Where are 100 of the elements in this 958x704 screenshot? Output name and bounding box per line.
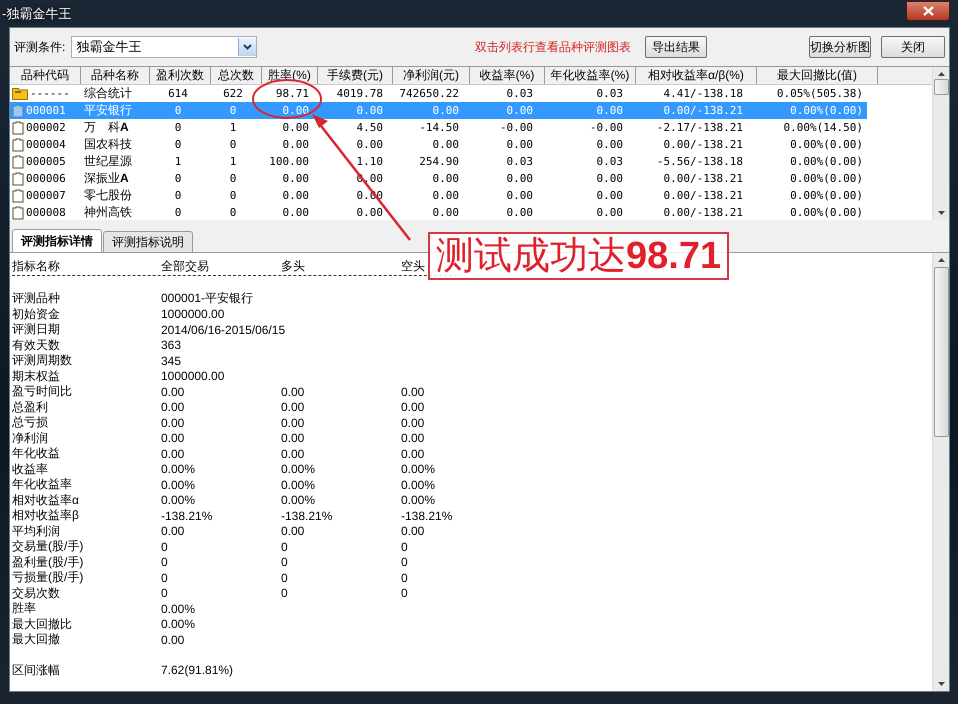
table-cell-text: 0.00/-138.21 xyxy=(662,189,744,202)
table-cell-text: 614 xyxy=(167,87,189,100)
table-cell: 000001 xyxy=(26,104,66,117)
table-cell-text: 0.00 xyxy=(596,206,624,219)
table-cell-text: 0.03 xyxy=(596,155,624,168)
column-header[interactable]: 胜率(%) xyxy=(262,67,318,84)
table-cell-text: 100.00 xyxy=(268,155,310,168)
metric-name: 期末权益 xyxy=(12,368,61,385)
metric-value: 0 xyxy=(161,555,169,570)
metric-value: 0 xyxy=(281,570,289,585)
column-header[interactable]: 品种代码 xyxy=(10,67,81,84)
table-cell-text: 0.00 xyxy=(506,104,534,117)
table-cell-text: 0.00 xyxy=(282,172,310,185)
metric-value: 0 xyxy=(401,555,409,570)
table-cell-text: 0.00 xyxy=(596,104,624,117)
table-cell-text: 0 xyxy=(174,104,182,117)
metric-value: 0.00 xyxy=(401,384,426,399)
metric-value: 0 xyxy=(281,540,289,554)
tab[interactable]: 评测指标详情 xyxy=(12,229,102,252)
metric-name: 盈亏时间比 xyxy=(12,383,73,400)
condition-dropdown[interactable]: 独霸金牛王 xyxy=(71,36,258,58)
metric-value: 0.00% xyxy=(161,478,196,492)
column-header[interactable]: 总次数 xyxy=(211,67,262,84)
metric-name: 年化收益率 xyxy=(12,476,73,494)
table-cell-text: 神州高铁 xyxy=(83,204,133,220)
metric-value: -138.21% xyxy=(281,508,334,523)
column-header: 全部交易 xyxy=(161,258,210,274)
metric-name: 总盈利 xyxy=(12,398,49,416)
metric-value: 0.00% xyxy=(281,493,316,508)
column-header[interactable]: 相对收益率α/β(%) xyxy=(636,67,757,84)
metric-name: 最大回撤比 xyxy=(12,616,73,633)
table-cell-text: 0.03 xyxy=(596,87,624,100)
metric-value: 0.00 xyxy=(281,446,306,461)
table-cell-text: 0.00%(14.50) xyxy=(782,121,864,134)
scrollbar[interactable] xyxy=(932,253,949,691)
table-cell-text: -5.56/-138.18 xyxy=(656,155,744,168)
folder-icon xyxy=(12,87,28,100)
metric-value: 0.00 xyxy=(281,384,306,399)
table-cell-text: 4019.78 xyxy=(336,87,384,100)
close-button[interactable] xyxy=(906,0,950,20)
metric-value: 0.00 xyxy=(401,431,426,446)
table-cell-text: 0.00 xyxy=(596,172,624,185)
table-cell-text: 0.00 xyxy=(432,138,460,151)
column-header[interactable]: 手续费(元) xyxy=(318,67,393,84)
metric-value: 0.00 xyxy=(161,446,186,461)
column-header[interactable]: 收益率(%) xyxy=(470,67,545,84)
column-header[interactable]: 最大回撤比(值) xyxy=(757,67,878,84)
metric-value: 0.00% xyxy=(161,602,196,616)
metric-name: 盈利量(股/手) xyxy=(12,554,84,571)
column-header[interactable]: 年化收益率(%) xyxy=(545,67,636,84)
window-title: -独霸金牛王 xyxy=(2,4,72,22)
switch-chart-button[interactable]: 切换分析图 xyxy=(809,36,871,58)
metric-name: 有效天数 xyxy=(12,336,61,354)
metric-value: 0.00 xyxy=(161,416,186,430)
metric-name: 总亏损 xyxy=(12,414,49,432)
table-cell-text: 0.00/-138.21 xyxy=(662,138,744,151)
export-button[interactable]: 导出结果 xyxy=(645,36,707,58)
metric-value: 1000000.00 xyxy=(161,369,226,384)
metric-value: 0 xyxy=(161,586,169,600)
metric-value: 0.00 xyxy=(401,446,426,461)
scroll-thumb[interactable] xyxy=(934,79,948,95)
table-cell-text: 0.00 xyxy=(506,138,534,151)
metric-name: 胜率 xyxy=(12,600,37,618)
table-cell-text: 0.00 xyxy=(432,189,460,202)
table-cell: 000006 xyxy=(26,172,66,185)
column-header: 多头 xyxy=(281,258,306,274)
table-cell-text: 0.00%(0.00) xyxy=(789,172,864,185)
table-cell: 000007 xyxy=(26,189,66,202)
metric-value: 0.00% xyxy=(401,478,436,492)
table-cell-text: -14.50 xyxy=(418,121,460,134)
metric-name: 年化收益 xyxy=(12,445,61,462)
table-cell-text: 0 xyxy=(228,172,238,185)
table-cell-text: 0 xyxy=(174,121,182,134)
table-cell: 000004 xyxy=(26,138,66,151)
table-cell-text: 1 xyxy=(228,121,238,134)
metric-value: 0.00% xyxy=(161,462,196,476)
table-cell-text: 1 xyxy=(174,155,182,168)
tab[interactable]: 评测指标说明 xyxy=(103,231,193,252)
metric-value: 0 xyxy=(281,586,289,600)
column-header[interactable]: 品种名称 xyxy=(81,67,150,84)
column-header[interactable]: 盈利次数 xyxy=(150,67,211,84)
table-cell-text: -0.00 xyxy=(588,121,624,134)
table-cell-text: 0.00 xyxy=(506,172,534,185)
scrollbar[interactable] xyxy=(932,67,949,220)
metric-value: 0.00 xyxy=(161,431,186,446)
column-header: 指标名称 xyxy=(12,258,61,274)
document-icon xyxy=(12,120,24,134)
table-cell-text: 0.00 xyxy=(282,138,310,151)
metric-value: 0.00 xyxy=(401,524,426,538)
column-header[interactable]: 净利润(元) xyxy=(393,67,470,84)
metric-value: 345 xyxy=(161,354,182,368)
document-icon xyxy=(12,154,24,168)
metric-value: 7.62(91.81%) xyxy=(161,663,234,678)
metric-value: 0.00% xyxy=(281,462,316,476)
scroll-thumb[interactable] xyxy=(934,267,948,437)
metric-name: 初始资金 xyxy=(12,306,61,323)
close-dialog-button[interactable]: 关闭 xyxy=(881,36,945,58)
metric-name: 评测周期数 xyxy=(12,352,73,370)
metric-name: 净利润 xyxy=(12,430,49,447)
table-cell-text: 742650.22 xyxy=(398,87,460,100)
